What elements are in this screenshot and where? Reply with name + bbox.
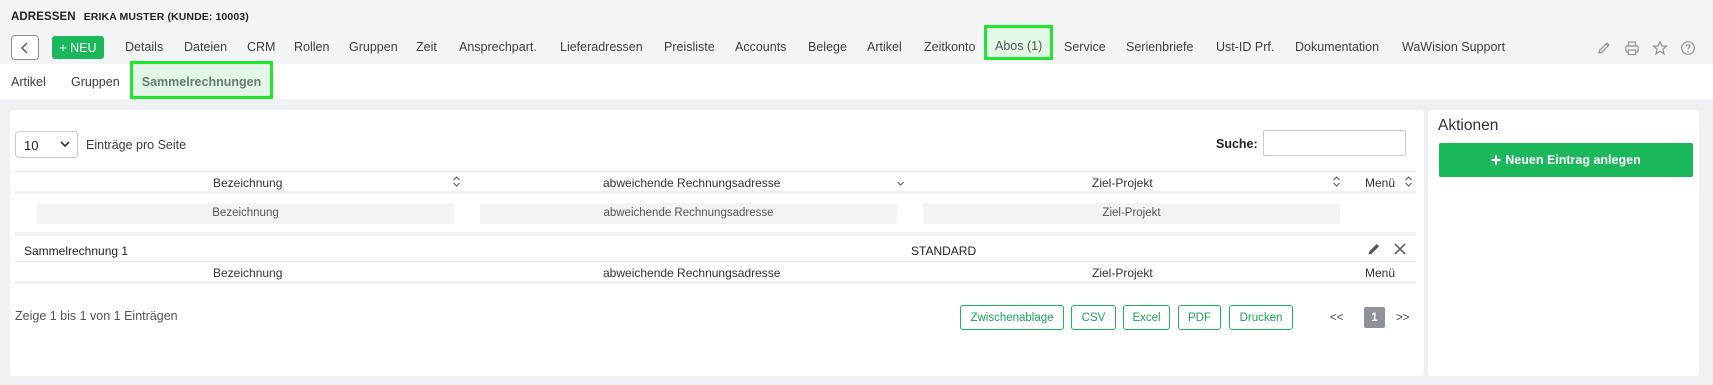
export-clipboard-button[interactable]: Zwischenablage bbox=[960, 305, 1064, 330]
export-excel-button[interactable]: Excel bbox=[1123, 305, 1170, 330]
module-title: ADRESSEN bbox=[11, 11, 76, 23]
filter-bezeichnung[interactable]: Bezeichnung bbox=[37, 203, 454, 224]
add-entry-button[interactable]: Neuen Eintrag anlegen bbox=[1439, 143, 1693, 177]
help-icon[interactable] bbox=[1680, 40, 1696, 56]
tab-serienbriefe[interactable]: Serienbriefe bbox=[1126, 40, 1193, 54]
sub-navigation: Artikel Gruppen Sammelrechnungen bbox=[0, 61, 1713, 99]
plus-icon bbox=[1491, 155, 1501, 165]
table-panel: 10 Einträge pro Seite Suche: Bezeichnung… bbox=[10, 110, 1424, 376]
tab-details[interactable]: Details bbox=[125, 40, 163, 54]
sort-desc-icon[interactable] bbox=[896, 175, 905, 188]
column-header-bezeichnung[interactable]: Bezeichnung bbox=[213, 176, 282, 190]
column-header-rechnungsadresse[interactable]: abweichende Rechnungsadresse bbox=[603, 176, 780, 190]
tab-dokumentation[interactable]: Dokumentation bbox=[1295, 40, 1379, 54]
add-entry-label: Neuen Eintrag anlegen bbox=[1505, 153, 1641, 167]
row-divider bbox=[15, 232, 1416, 236]
tab-dateien[interactable]: Dateien bbox=[184, 40, 227, 54]
new-button[interactable]: + NEU bbox=[52, 36, 104, 59]
footer-menue: Menü bbox=[1365, 266, 1396, 280]
table-info: Zeige 1 bis 1 von 1 Einträgen bbox=[15, 309, 178, 323]
tab-wawision-support[interactable]: WaWision Support bbox=[1402, 40, 1505, 54]
page-size-select[interactable]: 10 bbox=[15, 131, 78, 158]
tab-gruppen[interactable]: Gruppen bbox=[349, 40, 398, 54]
cell-bezeichnung: Sammelrechnung 1 bbox=[24, 244, 129, 258]
footer-bezeichnung: Bezeichnung bbox=[213, 266, 283, 280]
back-button[interactable] bbox=[11, 35, 39, 60]
top-bar: ADRESSEN ERIKA MUSTER (KUNDE: 10003) + NE… bbox=[0, 0, 1713, 64]
tab-belege[interactable]: Belege bbox=[808, 40, 847, 54]
tab-artikel[interactable]: Artikel bbox=[867, 40, 902, 54]
pencil-icon[interactable] bbox=[1596, 40, 1612, 56]
sort-icon[interactable] bbox=[1404, 175, 1413, 188]
tab-ansprechpartner[interactable]: Ansprechpart. bbox=[459, 40, 537, 54]
subtab-artikel[interactable]: Artikel bbox=[11, 75, 46, 89]
tab-crm[interactable]: CRM bbox=[247, 40, 275, 54]
column-header-menue: Menü bbox=[1365, 176, 1396, 190]
table-header: Bezeichnung abweichende Rechnungsadresse… bbox=[15, 171, 1416, 194]
tab-accounts[interactable]: Accounts bbox=[735, 40, 786, 54]
edit-icon[interactable] bbox=[1366, 241, 1382, 257]
page-size-label: Einträge pro Seite bbox=[86, 138, 187, 152]
tab-lieferadressen[interactable]: Lieferadressen bbox=[560, 40, 643, 54]
footer-ziel-projekt: Ziel-Projekt bbox=[1092, 266, 1153, 280]
export-print-button[interactable]: Drucken bbox=[1229, 305, 1293, 330]
tab-service[interactable]: Service bbox=[1064, 40, 1106, 54]
sort-icon[interactable] bbox=[452, 175, 461, 188]
subtab-gruppen[interactable]: Gruppen bbox=[71, 75, 120, 89]
sort-icon[interactable] bbox=[1332, 175, 1341, 188]
filter-ziel-projekt[interactable]: Ziel-Projekt bbox=[923, 203, 1340, 224]
pagination-next[interactable]: >> bbox=[1396, 312, 1409, 324]
tab-rollen[interactable]: Rollen bbox=[294, 40, 329, 54]
tab-zeit[interactable]: Zeit bbox=[416, 40, 437, 54]
star-icon[interactable] bbox=[1652, 40, 1668, 56]
printer-icon[interactable] bbox=[1624, 40, 1640, 56]
cell-ziel-projekt: STANDARD bbox=[911, 244, 977, 258]
export-pdf-button[interactable]: PDF bbox=[1178, 305, 1221, 330]
filter-rechnungsadresse[interactable]: abweichende Rechnungsadresse bbox=[480, 203, 897, 224]
chevron-down-icon bbox=[60, 141, 70, 148]
table-footer: Bezeichnung abweichende Rechnungsadresse… bbox=[15, 261, 1416, 284]
pagination-current-page[interactable]: 1 bbox=[1364, 307, 1385, 328]
record-title: ERIKA MUSTER (KUNDE: 10003) bbox=[83, 11, 249, 23]
search-label: Suche: bbox=[1216, 137, 1258, 151]
tab-abos[interactable]: Abos (1) bbox=[983, 25, 1054, 60]
delete-icon[interactable] bbox=[1392, 241, 1408, 257]
chevron-left-icon bbox=[21, 42, 28, 53]
tab-zeitkonto[interactable]: Zeitkonto bbox=[924, 40, 975, 54]
tab-ust-id-pruefung[interactable]: Ust-ID Prf. bbox=[1216, 40, 1274, 54]
subtab-sammelrechnungen[interactable]: Sammelrechnungen bbox=[130, 61, 273, 99]
actions-title: Aktionen bbox=[1438, 117, 1499, 134]
tab-preisliste[interactable]: Preisliste bbox=[664, 40, 715, 54]
search-input[interactable] bbox=[1263, 130, 1406, 156]
breadcrumb: ADRESSEN ERIKA MUSTER (KUNDE: 10003) bbox=[11, 11, 249, 23]
footer-rechnungsadresse: abweichende Rechnungsadresse bbox=[603, 266, 781, 280]
page-size-value: 10 bbox=[24, 138, 39, 153]
column-header-ziel-projekt[interactable]: Ziel-Projekt bbox=[1092, 176, 1153, 190]
export-csv-button[interactable]: CSV bbox=[1071, 305, 1116, 330]
pagination-prev[interactable]: << bbox=[1330, 312, 1343, 324]
actions-panel: Aktionen Neuen Eintrag anlegen bbox=[1428, 110, 1699, 376]
